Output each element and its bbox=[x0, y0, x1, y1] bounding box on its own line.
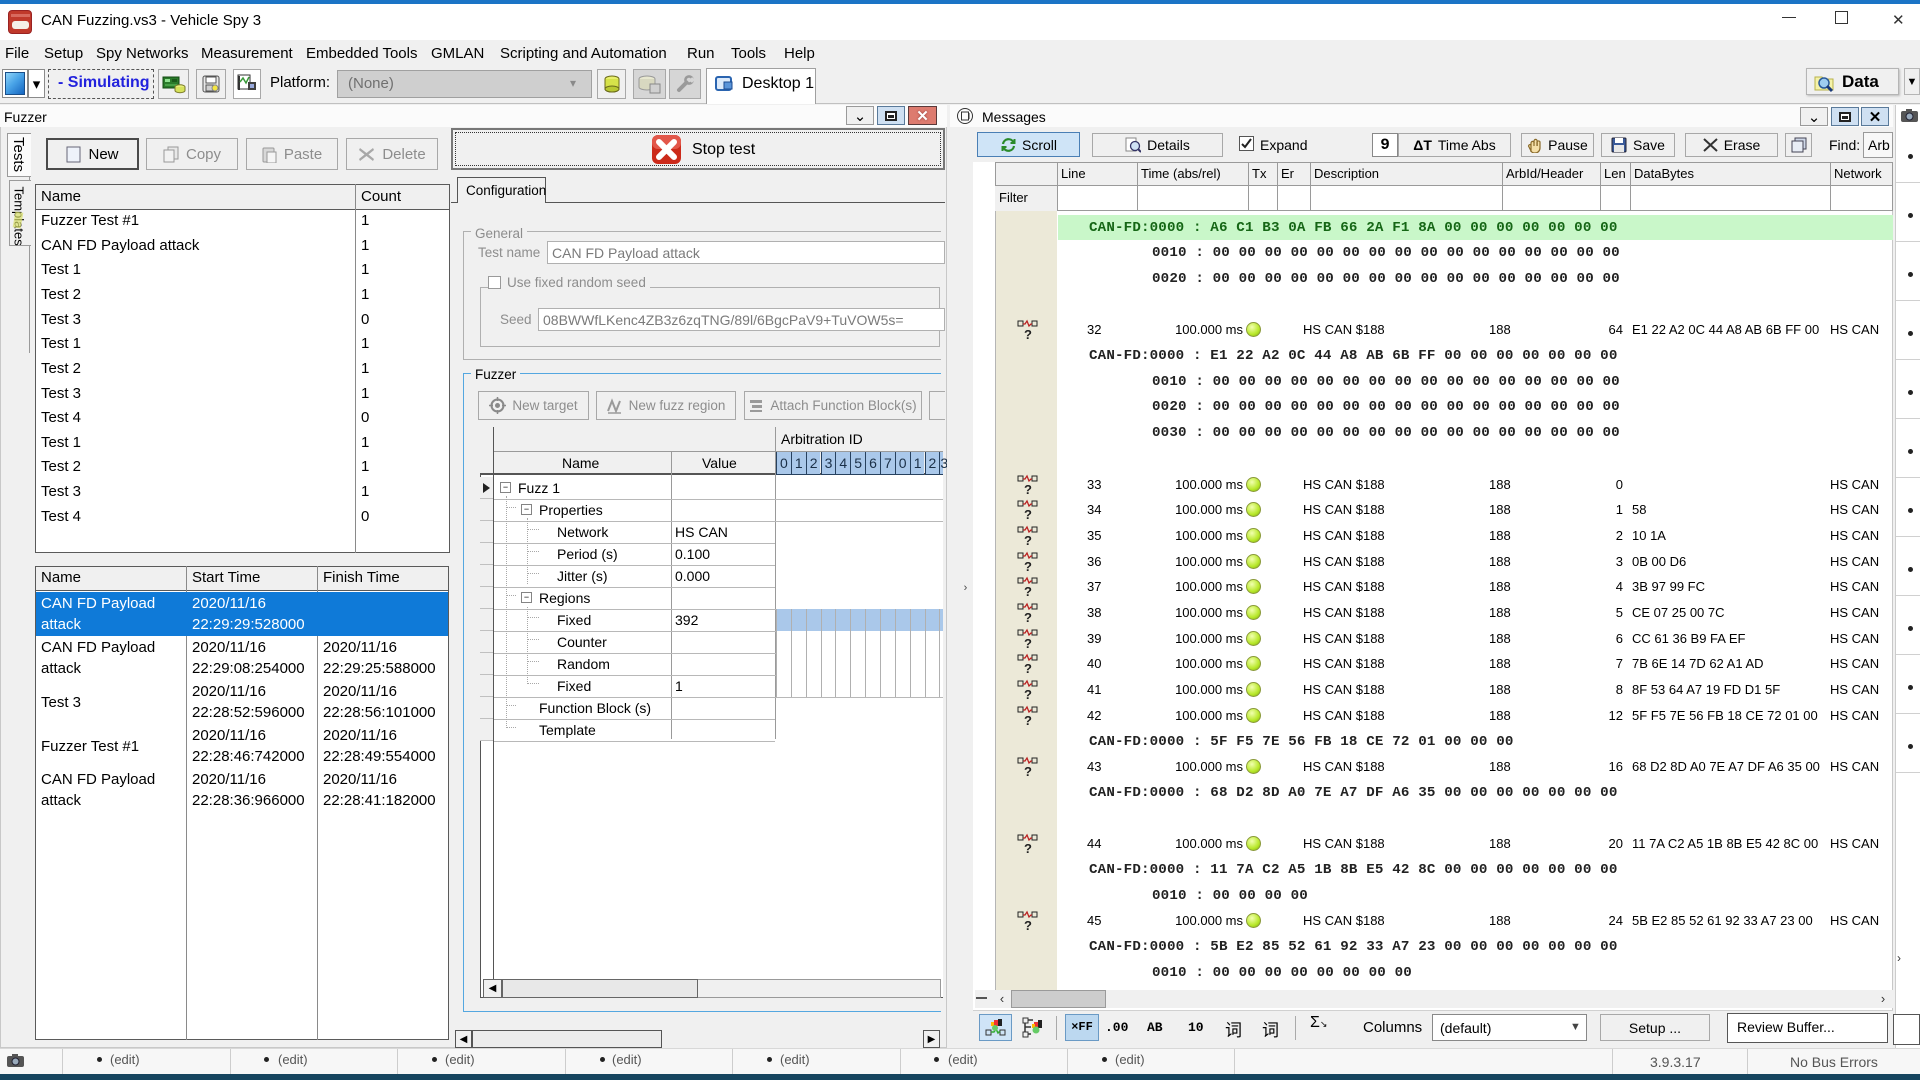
svg-text:?: ? bbox=[1024, 584, 1032, 599]
svg-text:?: ? bbox=[1024, 713, 1032, 728]
svg-text:?: ? bbox=[1024, 764, 1032, 779]
svg-text:?: ? bbox=[1024, 327, 1032, 342]
svg-text:?: ? bbox=[1024, 687, 1032, 702]
svg-text:?: ? bbox=[1024, 610, 1032, 625]
svg-text:?: ? bbox=[1024, 661, 1032, 676]
svg-text:?: ? bbox=[1024, 559, 1032, 574]
svg-text:?: ? bbox=[1024, 636, 1032, 651]
svg-text:?: ? bbox=[1024, 533, 1032, 548]
svg-text:?: ? bbox=[1024, 482, 1032, 497]
svg-text:?: ? bbox=[1024, 918, 1032, 933]
svg-text:?: ? bbox=[1024, 841, 1032, 856]
svg-text:?: ? bbox=[1024, 507, 1032, 522]
